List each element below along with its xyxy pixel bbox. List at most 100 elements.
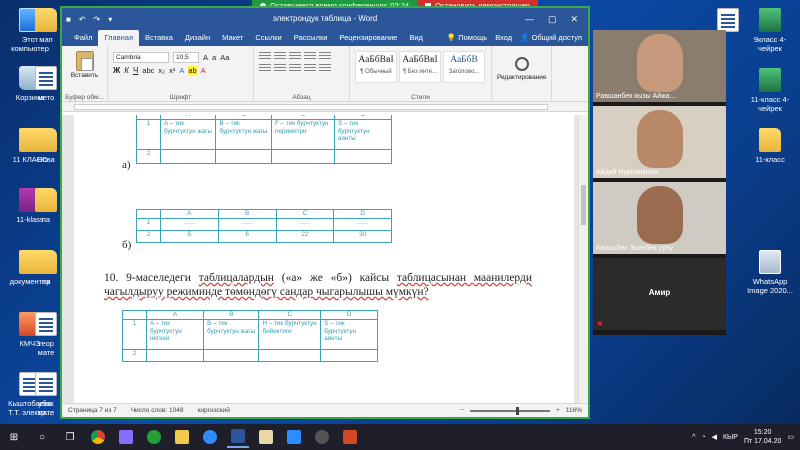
desktop-icon-partial-2[interactable]: мето <box>30 66 62 102</box>
participant-tile[interactable]: Айдай Нурланкызы <box>593 106 726 178</box>
tab-review[interactable]: Рецензирование <box>333 30 403 46</box>
app-green-button[interactable] <box>143 426 165 448</box>
style-no-spacing[interactable]: АаБбВвІ ¶ Без инте... <box>399 51 441 83</box>
desktop-icon-partial-5[interactable]: па <box>30 250 62 286</box>
justify-icon[interactable] <box>304 64 316 73</box>
minimize-icon[interactable]: — <box>525 14 534 25</box>
photos-button[interactable] <box>115 426 137 448</box>
clipboard-group: Вставить Буфер обм... <box>62 46 108 102</box>
desktop-icon-partial-4[interactable]: па <box>30 188 62 224</box>
undo-icon[interactable]: ↶ <box>79 15 86 24</box>
zoom-meeting-button[interactable] <box>283 426 305 448</box>
task-view-button[interactable]: ❐ <box>59 426 81 448</box>
folder-icon <box>759 128 781 152</box>
horizontal-ruler[interactable] <box>62 102 588 112</box>
bullets-icon[interactable] <box>259 52 271 61</box>
sign-in-button[interactable]: Вход <box>495 30 512 46</box>
align-center-icon[interactable] <box>274 64 286 73</box>
zoom-app-button[interactable] <box>199 426 221 448</box>
zoom-out-icon[interactable]: − <box>460 407 464 414</box>
explorer-button[interactable] <box>171 426 193 448</box>
tab-layout[interactable]: Макет <box>216 30 249 46</box>
tab-mailings[interactable]: Рассылки <box>288 30 334 46</box>
shrink-font-icon[interactable]: a <box>212 53 216 62</box>
highlight-icon[interactable]: ab <box>188 66 197 75</box>
multilevel-list-icon[interactable] <box>289 52 301 61</box>
tab-insert[interactable]: Вставка <box>139 30 179 46</box>
zoom-in-icon[interactable]: + <box>556 407 560 414</box>
tab-file[interactable]: Файл <box>68 30 98 46</box>
tab-design[interactable]: Дизайн <box>179 30 216 46</box>
chevron-up-icon[interactable]: ^ <box>692 434 695 441</box>
desktop-icon-whatsapp-image[interactable]: WhatsApp Image 2020... <box>742 250 798 295</box>
paragraph-group: Абзац <box>254 46 350 102</box>
system-tray: ^ ◔ ◀ КЫР 15:20 Пт 17.04.20 ▭ <box>692 428 800 446</box>
maximize-icon[interactable]: ▢ <box>548 14 557 25</box>
volume-icon[interactable]: ◀ <box>712 433 717 441</box>
start-button[interactable]: ⊞ <box>3 426 25 448</box>
participant-tile[interactable]: Калысбек Эсенбек уулу <box>593 182 726 254</box>
page-count[interactable]: Страница 7 из 7 <box>68 407 117 414</box>
style-normal[interactable]: АаБбВвІ ¶ Обычный <box>355 51 397 83</box>
style-heading[interactable]: АаБбВ Заголово... <box>443 51 485 83</box>
underline-icon[interactable]: Ч <box>133 66 138 75</box>
share-button[interactable]: 👤 Общий доступ <box>520 30 582 46</box>
participant-tile[interactable]: Равшанбек кызы Айжа... <box>593 30 726 102</box>
search-button[interactable]: ○ <box>31 426 53 448</box>
customize-icon[interactable]: ▾ <box>108 15 112 24</box>
bold-icon[interactable]: Ж <box>113 66 120 75</box>
save-icon[interactable]: ■ <box>66 15 71 24</box>
word-count[interactable]: Число слов: 1048 <box>131 407 184 414</box>
language[interactable]: киргизский <box>197 407 229 414</box>
grow-font-icon[interactable]: A <box>203 53 208 62</box>
italic-icon[interactable]: К <box>124 66 129 75</box>
desktop-icon-11class-q4[interactable]: 11-класс 4-чейрек <box>742 68 798 113</box>
font-name-select[interactable]: Cambria <box>113 52 169 63</box>
line-spacing-icon[interactable] <box>319 64 331 73</box>
paste-button[interactable]: Вставить <box>67 72 102 79</box>
editing-group[interactable]: Редактирование <box>492 46 552 102</box>
word-titlebar: ■ ↶ ↷ ▾ электрондук таблица - Word — ▢ ✕ <box>62 8 588 30</box>
document-area: а) ABCD 1A – тик бурчтуктун жагыB – тик … <box>62 115 588 403</box>
superscript-icon[interactable]: x² <box>169 66 175 75</box>
zoom-slider[interactable] <box>470 406 551 415</box>
table-row: 2 <box>136 149 393 164</box>
paint-button[interactable] <box>255 426 277 448</box>
vertical-scrollbar[interactable] <box>578 115 588 403</box>
notifications-icon[interactable]: ▭ <box>787 433 794 441</box>
desktop-icon-partial-1[interactable]: мап <box>30 8 62 44</box>
numbering-icon[interactable] <box>274 52 286 61</box>
desktop-icon-partial-6[interactable]: теор мате <box>30 312 62 357</box>
powerpoint-button[interactable] <box>339 426 361 448</box>
desktop-icon-11class[interactable]: 11-класс <box>742 128 798 164</box>
redo-icon[interactable]: ↷ <box>94 15 101 24</box>
text-effects-icon[interactable]: A <box>179 66 184 75</box>
desktop-icon-partial-3[interactable]: Нова <box>30 128 62 164</box>
document-page[interactable]: а) ABCD 1A – тик бурчтуктун жагыB – тик … <box>74 115 574 403</box>
clock[interactable]: 15:20 Пт 17.04.20 <box>744 428 781 446</box>
close-icon[interactable]: ✕ <box>570 14 578 25</box>
font-color-icon[interactable]: A <box>201 66 206 75</box>
change-case-icon[interactable]: Aa <box>220 53 229 62</box>
strikethrough-icon[interactable]: abc <box>142 66 154 75</box>
desktop-icon-partial-7[interactable]: убак мате <box>30 372 62 417</box>
paste-icon[interactable] <box>75 51 94 71</box>
zoom-level[interactable]: 116% <box>566 407 582 414</box>
help-button[interactable]: 💡 Помощь <box>447 30 487 46</box>
desktop-icon-9class[interactable]: 9класс 4-чейрек <box>742 8 798 53</box>
participant-tile[interactable]: Амир ✖ <box>593 258 726 330</box>
align-left-icon[interactable] <box>259 64 271 73</box>
word-taskbar-button[interactable] <box>227 426 249 448</box>
tab-view[interactable]: Вид <box>403 30 429 46</box>
wifi-icon[interactable]: ◔ <box>701 434 705 441</box>
tab-home[interactable]: Главная <box>98 30 139 46</box>
chrome-button[interactable] <box>87 426 109 448</box>
subscript-icon[interactable]: x₂ <box>158 66 165 75</box>
decrease-indent-icon[interactable] <box>304 52 316 61</box>
font-size-select[interactable]: 10,5 <box>173 52 199 63</box>
increase-indent-icon[interactable] <box>319 52 331 61</box>
camera-button[interactable] <box>311 426 333 448</box>
keyboard-language[interactable]: КЫР <box>723 434 738 441</box>
align-right-icon[interactable] <box>289 64 301 73</box>
tab-references[interactable]: Ссылки <box>249 30 287 46</box>
